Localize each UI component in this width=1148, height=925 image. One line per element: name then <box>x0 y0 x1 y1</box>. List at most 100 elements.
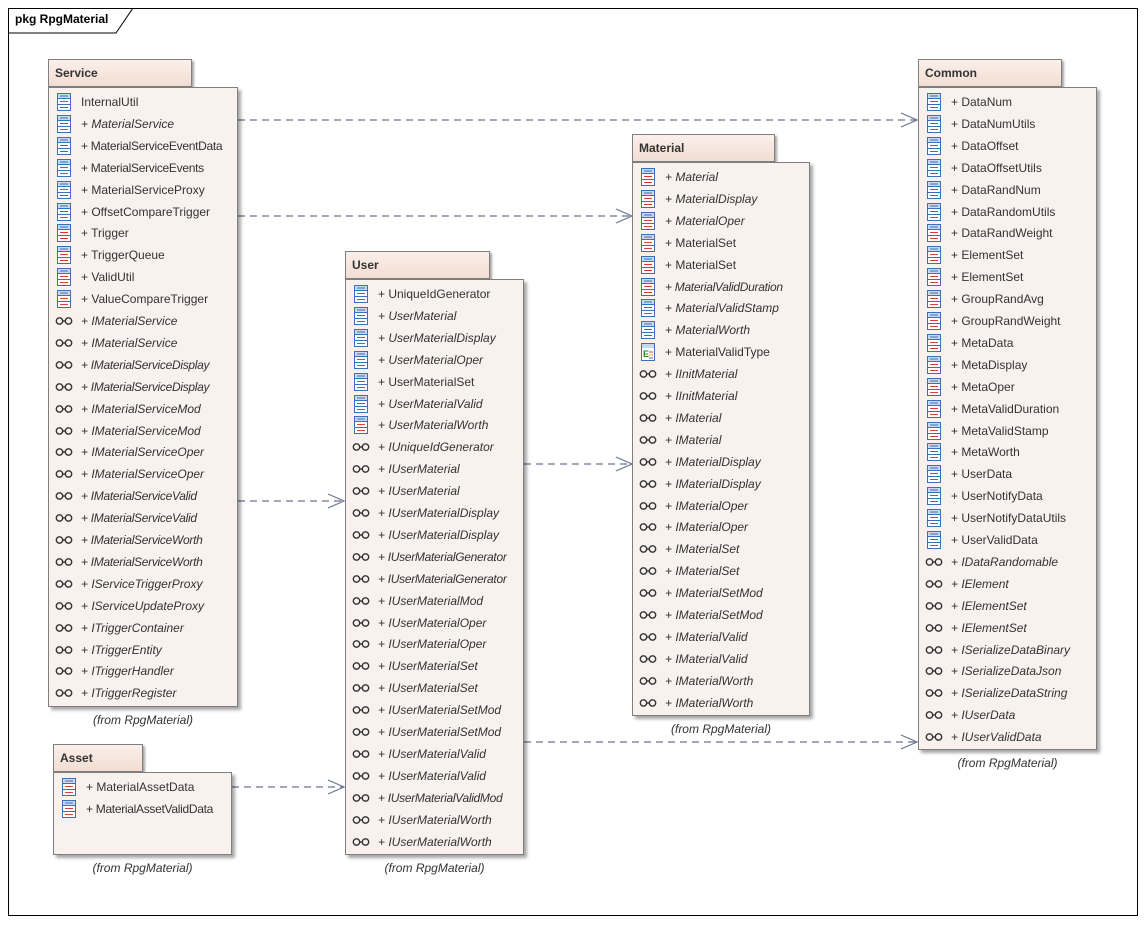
class-item[interactable]: InternalUtil <box>55 91 237 113</box>
interface-item[interactable]: + IDataRandomable <box>925 551 1096 573</box>
interface-item[interactable]: + IMaterialSet <box>639 560 809 582</box>
class-item[interactable]: + ValueCompareTrigger <box>55 288 237 310</box>
interface-item[interactable]: + IMaterialServiceOper <box>55 441 237 463</box>
class-item[interactable]: + UserMaterialValid <box>352 393 523 415</box>
interface-item[interactable]: + IInitMaterial <box>639 363 809 385</box>
interface-item[interactable]: + IUserMaterialSet <box>352 655 523 677</box>
class-item[interactable]: + MaterialServiceEventData <box>55 135 237 157</box>
class-item[interactable]: + GroupRandWeight <box>925 310 1096 332</box>
interface-item[interactable]: + IMaterialSetMod <box>639 582 809 604</box>
interface-item[interactable]: + IUserMaterialWorth <box>352 831 523 853</box>
interface-item[interactable]: + IUserMaterialValid <box>352 765 523 787</box>
interface-item[interactable]: + IMaterialValid <box>639 648 809 670</box>
interface-item[interactable]: + IUserMaterialMod <box>352 590 523 612</box>
interface-item[interactable]: + IUserMaterialOper <box>352 633 523 655</box>
interface-item[interactable]: + IMaterialServiceWorth <box>55 551 237 573</box>
class-item[interactable]: + DataOffsetUtils <box>925 157 1096 179</box>
interface-item[interactable]: + ISerializeDataString <box>925 682 1096 704</box>
class-item[interactable]: + UserNotifyData <box>925 485 1096 507</box>
interface-item[interactable]: + IMaterialServiceValid <box>55 507 237 529</box>
interface-item[interactable]: + ISerializeDataBinary <box>925 639 1096 661</box>
interface-item[interactable]: + IMaterialWorth <box>639 692 809 714</box>
interface-item[interactable]: + IUserData <box>925 704 1096 726</box>
interface-item[interactable]: + IUniqueIdGenerator <box>352 436 523 458</box>
class-item[interactable]: + MaterialSet <box>639 254 809 276</box>
interface-item[interactable]: + IUserValidData <box>925 726 1096 748</box>
interface-item[interactable]: + IMaterialServiceMod <box>55 420 237 442</box>
interface-item[interactable]: + IMaterialServiceDisplay <box>55 376 237 398</box>
class-item[interactable]: + MaterialValidStamp <box>639 297 809 319</box>
interface-item[interactable]: + IUserMaterialValidMod <box>352 787 523 809</box>
interface-item[interactable]: + IMaterialSet <box>639 538 809 560</box>
interface-item[interactable]: + IElementSet <box>925 595 1096 617</box>
class-item[interactable]: + UniqueIdGenerator <box>352 283 523 305</box>
interface-item[interactable]: + IUserMaterialOper <box>352 612 523 634</box>
interface-item[interactable]: + IUserMaterialWorth <box>352 809 523 831</box>
class-item[interactable]: + UserData <box>925 463 1096 485</box>
class-item[interactable]: + ElementSet <box>925 266 1096 288</box>
class-item[interactable]: + DataRandWeight <box>925 222 1096 244</box>
interface-item[interactable]: + IUserMaterialDisplay <box>352 502 523 524</box>
interface-item[interactable]: + IMaterialSetMod <box>639 604 809 626</box>
interface-item[interactable]: + IServiceTriggerProxy <box>55 573 237 595</box>
interface-item[interactable]: + ITriggerContainer <box>55 617 237 639</box>
class-item[interactable]: + MetaOper <box>925 376 1096 398</box>
class-item[interactable]: + UserMaterialDisplay <box>352 327 523 349</box>
class-item[interactable]: + MetaDisplay <box>925 354 1096 376</box>
class-item[interactable]: + DataNum <box>925 91 1096 113</box>
interface-item[interactable]: + IUserMaterialGenerator <box>352 568 523 590</box>
class-item[interactable]: + TriggerQueue <box>55 244 237 266</box>
class-item[interactable]: + DataRandomUtils <box>925 201 1096 223</box>
interface-item[interactable]: + IMaterialServiceMod <box>55 398 237 420</box>
interface-item[interactable]: + IMaterialServiceDisplay <box>55 354 237 376</box>
class-item[interactable]: + OffsetCompareTrigger <box>55 201 237 223</box>
interface-item[interactable]: + IUserMaterialGenerator <box>352 546 523 568</box>
interface-item[interactable]: + IMaterialOper <box>639 516 809 538</box>
class-item[interactable]: + MaterialDisplay <box>639 188 809 210</box>
interface-item[interactable]: + IUserMaterial <box>352 480 523 502</box>
class-item[interactable]: + MaterialServiceProxy <box>55 179 237 201</box>
interface-item[interactable]: + IElement <box>925 573 1096 595</box>
class-item[interactable]: + MaterialService <box>55 113 237 135</box>
class-item[interactable]: + MaterialValidDuration <box>639 276 809 298</box>
class-item[interactable]: + ValidUtil <box>55 266 237 288</box>
class-item[interactable]: + DataOffset <box>925 135 1096 157</box>
interface-item[interactable]: + IMaterialService <box>55 310 237 332</box>
interface-item[interactable]: + IInitMaterial <box>639 385 809 407</box>
interface-item[interactable]: + ISerializeDataJson <box>925 660 1096 682</box>
class-item[interactable]: + DataNumUtils <box>925 113 1096 135</box>
interface-item[interactable]: + IMaterialService <box>55 332 237 354</box>
class-item[interactable]: + UserMaterialOper <box>352 349 523 371</box>
class-item[interactable]: + MaterialAssetValidData <box>60 798 231 820</box>
interface-item[interactable]: + IServiceUpdateProxy <box>55 595 237 617</box>
class-item[interactable]: + MetaWorth <box>925 441 1096 463</box>
class-item[interactable]: + UserValidData <box>925 529 1096 551</box>
interface-item[interactable]: + IMaterialServiceValid <box>55 485 237 507</box>
enum-item[interactable]: E + MaterialValidType <box>639 341 809 363</box>
class-item[interactable]: + UserMaterial <box>352 305 523 327</box>
interface-item[interactable]: + ITriggerEntity <box>55 639 237 661</box>
class-item[interactable]: + UserMaterialSet <box>352 371 523 393</box>
interface-item[interactable]: + IMaterial <box>639 407 809 429</box>
interface-item[interactable]: + ITriggerRegister <box>55 682 237 704</box>
class-item[interactable]: + Material <box>639 166 809 188</box>
class-item[interactable]: + MetaData <box>925 332 1096 354</box>
interface-item[interactable]: + IUserMaterialSetMod <box>352 699 523 721</box>
interface-item[interactable]: + IUserMaterialDisplay <box>352 524 523 546</box>
class-item[interactable]: + MaterialServiceEvents <box>55 157 237 179</box>
class-item[interactable]: + GroupRandAvg <box>925 288 1096 310</box>
interface-item[interactable]: + IElementSet <box>925 617 1096 639</box>
class-item[interactable]: + ElementSet <box>925 244 1096 266</box>
class-item[interactable]: + Trigger <box>55 222 237 244</box>
package-user[interactable]: User + UniqueIdGenerator + UserMaterial + … <box>345 251 524 875</box>
package-asset[interactable]: Asset + MaterialAssetData + MaterialAsset… <box>53 744 232 875</box>
interface-item[interactable]: + IMaterialValid <box>639 626 809 648</box>
class-item[interactable]: + UserNotifyDataUtils <box>925 507 1096 529</box>
package-common[interactable]: Common + DataNum + DataNumUtils + DataOffs… <box>918 59 1097 770</box>
interface-item[interactable]: + IMaterialOper <box>639 495 809 517</box>
interface-item[interactable]: + IMaterialDisplay <box>639 451 809 473</box>
interface-item[interactable]: + ITriggerHandler <box>55 660 237 682</box>
interface-item[interactable]: + IMaterialDisplay <box>639 473 809 495</box>
interface-item[interactable]: + IUserMaterialValid <box>352 743 523 765</box>
interface-item[interactable]: + IUserMaterial <box>352 458 523 480</box>
